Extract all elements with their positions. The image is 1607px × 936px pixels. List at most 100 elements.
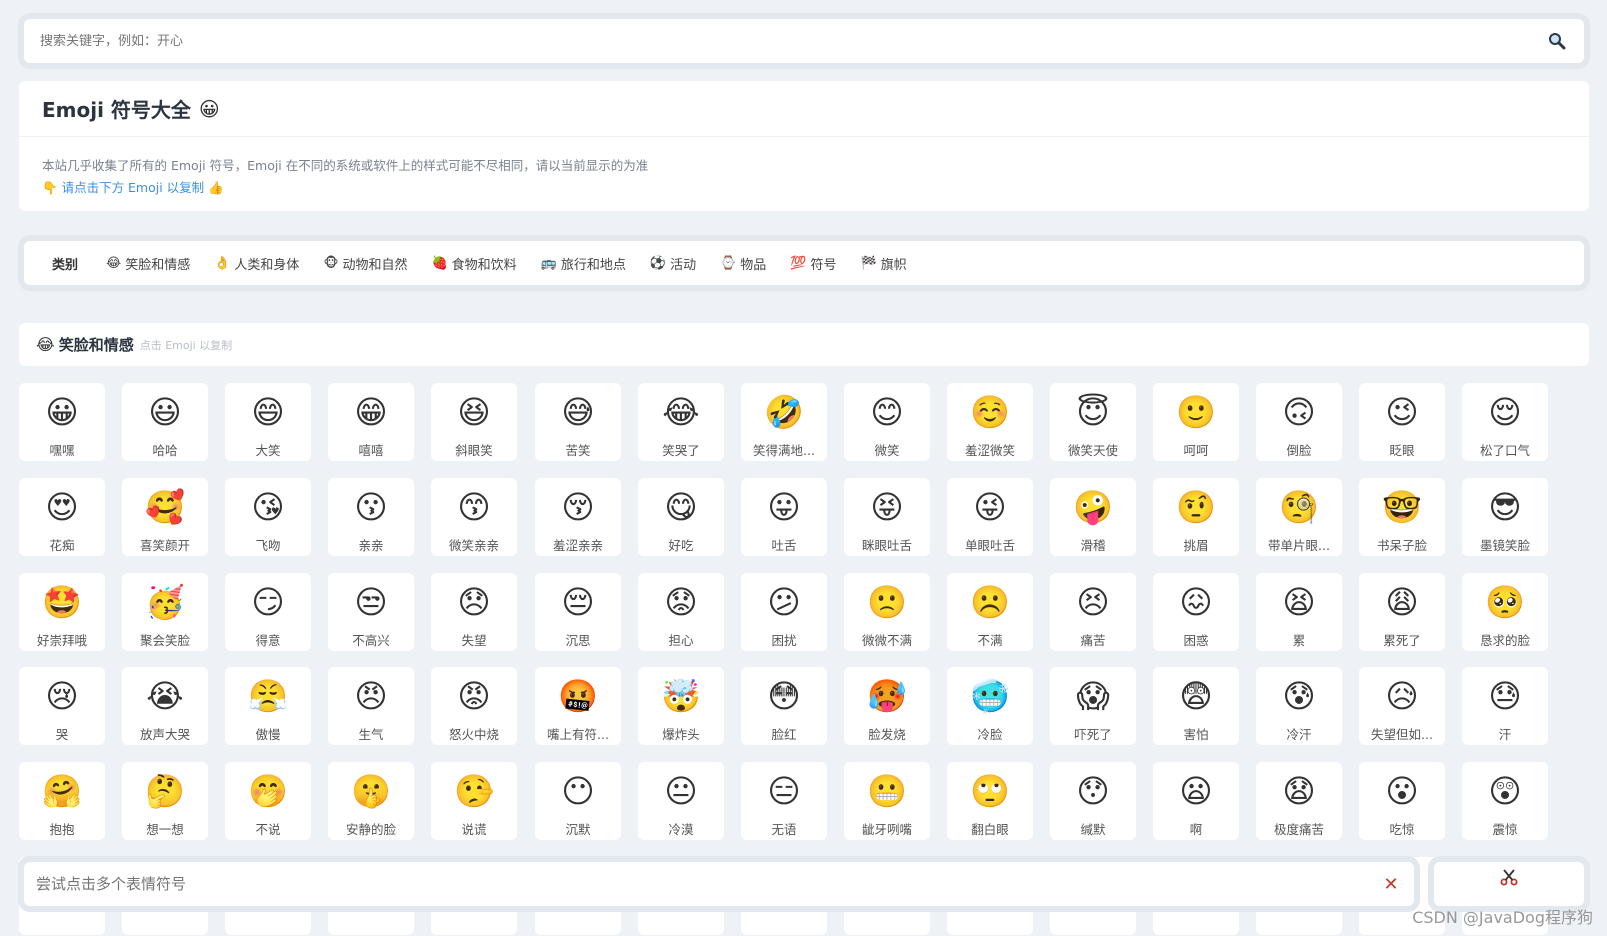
emoji-glyph: 😧: [1282, 772, 1316, 810]
emoji-tile[interactable]: 😄 大笑: [225, 383, 311, 461]
emoji-tile[interactable]: 😠 生气: [328, 667, 414, 745]
emoji-tile[interactable]: 🤗 抱抱: [19, 762, 105, 840]
emoji-tile[interactable]: 😒 不高兴: [328, 573, 414, 651]
category-animals[interactable]: 🐵 动物和自然: [323, 254, 407, 273]
emoji-tile[interactable]: 🤣 笑得满地...: [741, 383, 827, 461]
close-icon[interactable]: ✕: [1380, 873, 1402, 895]
emoji-tile[interactable]: 😛 吐舌: [741, 478, 827, 556]
emoji-tile[interactable]: 🥶 冷脸: [947, 667, 1033, 745]
emoji-tile[interactable]: 😨 害怕: [1153, 667, 1239, 745]
emoji-tile[interactable]: 😣 痛苦: [1050, 573, 1136, 651]
emoji-tile[interactable]: 😆 斜眼笑: [431, 383, 517, 461]
emoji-tile[interactable]: 😅 苦笑: [535, 383, 621, 461]
emoji-name: 哈哈: [152, 443, 178, 458]
emoji-tile[interactable]: 🧐 带单片眼...: [1256, 478, 1342, 556]
emoji-tile[interactable]: 😎 墨镜笑脸: [1462, 478, 1548, 556]
emoji-tile[interactable]: 😋 好吃: [638, 478, 724, 556]
emoji-tile[interactable]: 😟 担心: [638, 573, 724, 651]
emoji-tile[interactable]: 😡 怒火中烧: [431, 667, 517, 745]
emoji-tile[interactable]: 😖 困惑: [1153, 573, 1239, 651]
emoji-tile[interactable]: 😉 眨眼: [1359, 383, 1445, 461]
emoji-tile[interactable]: 😦 啊: [1153, 762, 1239, 840]
emoji-tile[interactable]: 😥 失望但如...: [1359, 667, 1445, 745]
emoji-tile[interactable]: 😍 花痴: [19, 478, 105, 556]
emoji-tile[interactable]: 😮 吃惊: [1359, 762, 1445, 840]
emoji-tile[interactable]: 🤭 不说: [225, 762, 311, 840]
category-symbols[interactable]: 💯 符号: [790, 254, 836, 273]
emoji-tile[interactable]: 🤩 好崇拜哦: [19, 573, 105, 651]
emoji-tile[interactable]: 🤔 想一想: [122, 762, 208, 840]
emoji-tile[interactable]: 😩 累死了: [1359, 573, 1445, 651]
category-travel[interactable]: 🚌 旅行和地点: [541, 254, 626, 273]
emoji-tile[interactable]: 🤪 滑稽: [1050, 478, 1136, 556]
category-food[interactable]: 🍓 食物和饮料: [431, 254, 516, 273]
emoji-tile[interactable]: 😰 冷汗: [1256, 667, 1342, 745]
emoji-name: 失望: [461, 633, 487, 648]
emoji-glyph: 😇: [1076, 393, 1110, 431]
emoji-tile[interactable]: 😯 缄默: [1050, 762, 1136, 840]
search-icon[interactable]: [1546, 30, 1568, 52]
emoji-tile[interactable]: 🙃 倒脸: [1256, 383, 1342, 461]
emoji-tile[interactable]: 😙 微笑亲亲: [431, 478, 517, 556]
emoji-tile[interactable]: 😭 放声大哭: [122, 667, 208, 745]
emoji-tile[interactable]: 😶 沉默: [535, 762, 621, 840]
emoji-tile[interactable]: 😑 无语: [741, 762, 827, 840]
emoji-tile[interactable]: 🤬 嘴上有符...: [535, 667, 621, 745]
emoji-name: 冷漠: [668, 822, 694, 837]
emoji-tile[interactable]: 😫 累: [1256, 573, 1342, 651]
emoji-tile[interactable]: 🥳 聚会笑脸: [122, 573, 208, 651]
emoji-tile[interactable]: 😗 亲亲: [328, 478, 414, 556]
emoji-tile[interactable]: ☹️ 不满: [947, 573, 1033, 651]
emoji-name: 想一想: [146, 822, 184, 837]
emoji-tile[interactable]: 😧 极度痛苦: [1256, 762, 1342, 840]
emoji-tile[interactable]: 😲 震惊: [1462, 762, 1548, 840]
category-activities[interactable]: ⚽ 活动: [650, 254, 696, 273]
category-smileys[interactable]: 😂 笑脸和情感: [106, 254, 190, 273]
emoji-tile[interactable]: 😬 龇牙咧嘴: [844, 762, 930, 840]
emoji-tile[interactable]: 😝 眯眼吐舌: [844, 478, 930, 556]
emoji-glyph: 🥶: [970, 677, 1010, 715]
emoji-tile[interactable]: 😏 得意: [225, 573, 311, 651]
emoji-name: 花痴: [49, 538, 75, 553]
emoji-tile[interactable]: ☺️ 羞涩微笑: [947, 383, 1033, 461]
emoji-tile[interactable]: 😘 飞吻: [225, 478, 311, 556]
emoji-tile[interactable]: 😤 傲慢: [225, 667, 311, 745]
search-input[interactable]: [40, 33, 1546, 49]
emoji-tile[interactable]: 😕 困扰: [741, 573, 827, 651]
emoji-tile[interactable]: 🤓 书呆子脸: [1359, 478, 1445, 556]
emoji-tile[interactable]: 😁 嘻嘻: [328, 383, 414, 461]
category-objects[interactable]: ⌚ 物品: [720, 254, 766, 273]
emoji-tile[interactable]: 😚 羞涩亲亲: [535, 478, 621, 556]
copy-button[interactable]: [1434, 862, 1584, 906]
copy-input[interactable]: [36, 875, 1380, 893]
emoji-tile[interactable]: 😐 冷漠: [638, 762, 724, 840]
emoji-tile[interactable]: 😃 哈哈: [122, 383, 208, 461]
emoji-tile[interactable]: 😢 哭: [19, 667, 105, 745]
emoji-tile[interactable]: 🙂 呵呵: [1153, 383, 1239, 461]
emoji-tile[interactable]: 😔 沉思: [535, 573, 621, 651]
emoji-tile[interactable]: 🥺 恳求的脸: [1462, 573, 1548, 651]
emoji-name: 汗: [1498, 727, 1512, 742]
emoji-tile[interactable]: 😳 脸红: [741, 667, 827, 745]
emoji-tile[interactable]: 😞 失望: [431, 573, 517, 651]
emoji-tile[interactable]: 😊 微笑: [844, 383, 930, 461]
emoji-tile[interactable]: 😱 吓死了: [1050, 667, 1136, 745]
category-flags[interactable]: 🏁 旗帜: [861, 254, 907, 273]
emoji-tile[interactable]: 😂 笑哭了: [638, 383, 724, 461]
emoji-tile[interactable]: 🤨 挑眉: [1153, 478, 1239, 556]
emoji-name: 大笑: [255, 443, 281, 458]
emoji-tile[interactable]: 😀 嘿嘿: [19, 383, 105, 461]
emoji-tile[interactable]: 🥵 脸发烧: [844, 667, 930, 745]
emoji-tile[interactable]: 🥰 喜笑颜开: [122, 478, 208, 556]
emoji-tile[interactable]: 😇 微笑天使: [1050, 383, 1136, 461]
emoji-tile[interactable]: 🤯 爆炸头: [638, 667, 724, 745]
emoji-tile[interactable]: 🙁 微微不满: [844, 573, 930, 651]
emoji-tile[interactable]: 🙄 翻白眼: [947, 762, 1033, 840]
emoji-tile[interactable]: 🤫 安静的脸: [328, 762, 414, 840]
category-people[interactable]: 👌 人类和身体: [214, 254, 299, 273]
emoji-name: 生气: [358, 727, 384, 742]
emoji-tile[interactable]: 😓 汗: [1462, 667, 1548, 745]
emoji-tile[interactable]: 😜 单眼吐舌: [947, 478, 1033, 556]
emoji-tile[interactable]: 😌 松了口气: [1462, 383, 1548, 461]
emoji-tile[interactable]: 🤥 说谎: [431, 762, 517, 840]
